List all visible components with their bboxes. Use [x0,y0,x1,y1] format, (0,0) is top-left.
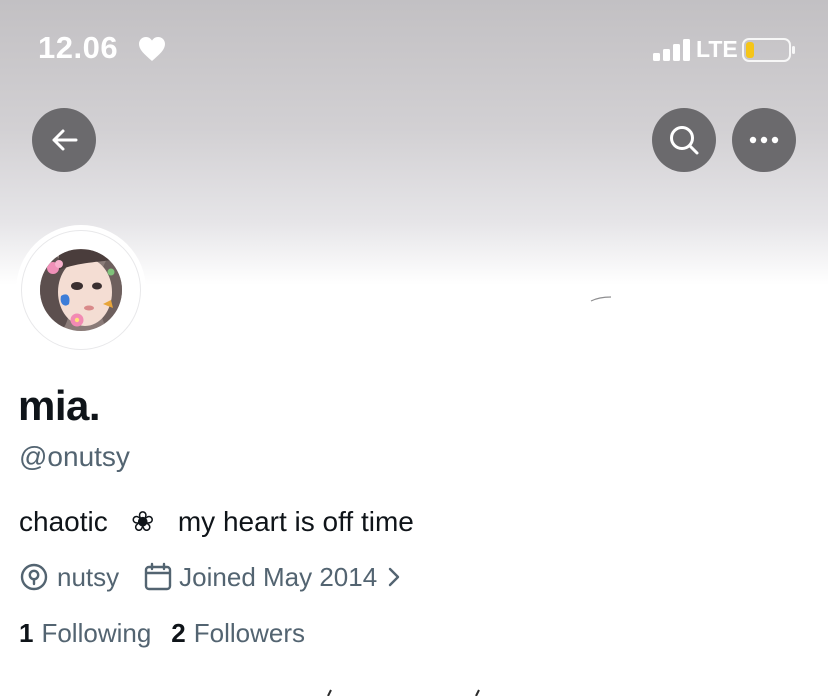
display-name: mia. [18,382,101,429]
followers-label: Followers [193,618,306,648]
avatar-image [40,249,122,331]
decorative-tab-ticks [327,689,480,696]
follow-stats: 1 Following 2 Followers [19,618,305,649]
arrow-left-icon [52,129,78,151]
more-icon [749,136,779,144]
user-handle: @onutsy [19,441,130,472]
profile-bio: chaotic ❀ my heart is off time [19,506,414,537]
following-count: 1 [19,618,34,648]
join-date[interactable]: Joined May 2014 [179,562,377,593]
network-type: LTE [696,36,738,62]
signal-icon [653,39,690,61]
following-label: Following [41,618,152,648]
more-options-button[interactable] [732,108,796,172]
followers-count: 2 [171,618,186,648]
followers-link[interactable]: 2 Followers [171,618,305,649]
location-pin-icon [20,563,48,591]
search-icon [670,126,699,155]
calendar-icon [144,562,172,591]
back-button[interactable] [32,108,96,172]
following-link[interactable]: 1 Following [19,618,151,649]
profile-location: nutsy [57,561,120,592]
chevron-right-icon[interactable] [387,566,401,588]
profile-meta: nutsy Joined May 2014 [19,561,401,593]
decorative-stroke [590,296,612,302]
battery-icon [742,38,795,62]
search-button[interactable] [652,108,716,172]
avatar[interactable] [21,230,141,350]
status-time: 12.06 [38,30,119,65]
heart-icon [139,37,165,61]
